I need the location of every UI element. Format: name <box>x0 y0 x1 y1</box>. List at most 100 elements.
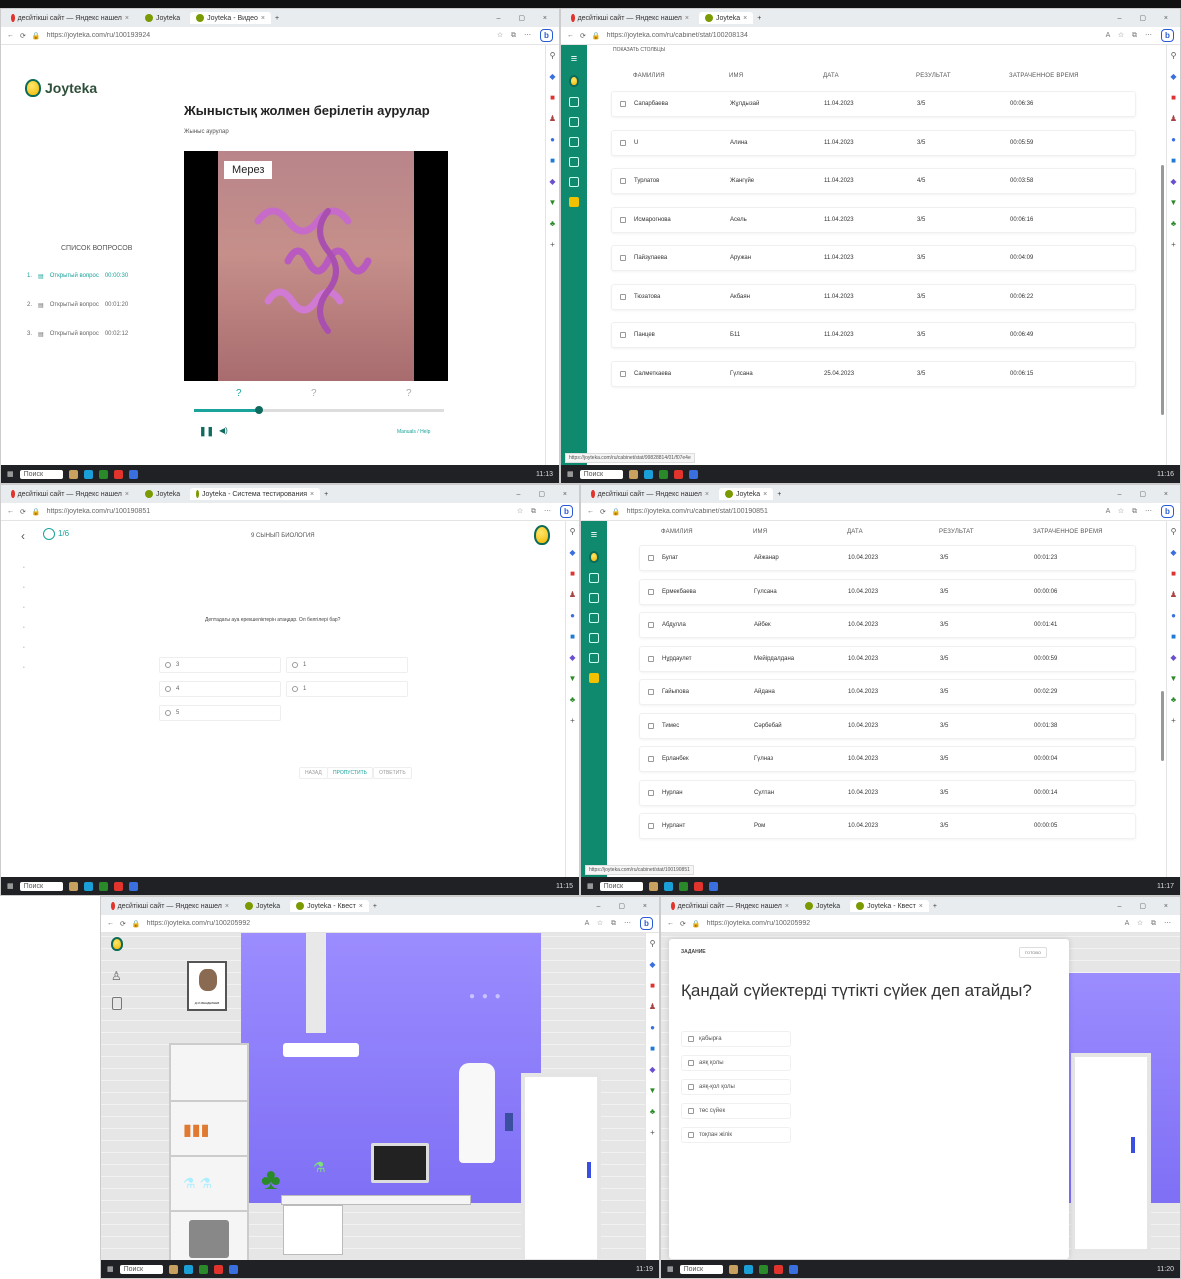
table-row[interactable]: Ермекбаева Гүлсана 10.04.2023 3/5 00:00:06 <box>639 578 1136 605</box>
add-icon[interactable]: + <box>570 716 575 725</box>
radio-icon[interactable] <box>292 686 298 692</box>
crown-icon[interactable] <box>589 673 599 683</box>
question-marker[interactable]: ? <box>311 388 317 399</box>
show-columns-link[interactable]: ПОКАЗАТЬ СТОЛБЦЫ <box>613 47 665 53</box>
tab-joyteka-test[interactable]: Joyteka - Система тестирования × <box>190 488 321 500</box>
office-icon[interactable]: ● <box>570 611 575 620</box>
taskbar-app-icon[interactable] <box>709 881 719 891</box>
taskbar-app-icon[interactable] <box>679 881 689 891</box>
row-checkbox[interactable] <box>648 722 654 729</box>
computer-monitor[interactable] <box>371 1143 429 1183</box>
row-checkbox[interactable] <box>648 789 654 796</box>
checkbox-icon[interactable] <box>688 1084 694 1090</box>
row-checkbox[interactable] <box>620 178 626 184</box>
windows-start-icon[interactable]: ▦ <box>107 1265 114 1273</box>
shopping-icon[interactable]: ◆ <box>1170 548 1176 557</box>
office-icon[interactable]: ● <box>650 1023 655 1032</box>
tree-icon[interactable]: ♣ <box>650 1107 655 1116</box>
safe-box[interactable] <box>189 1220 229 1258</box>
door[interactable] <box>1071 1053 1151 1253</box>
column-header[interactable]: ЗАТРАЧЕННОЕ ВРЕМЯ <box>1009 73 1079 79</box>
question-item[interactable]: 3. ▤ Открытый вопрос 00:02:12 <box>27 331 128 338</box>
door-keypad[interactable] <box>505 1113 513 1131</box>
home-icon[interactable] <box>569 97 579 107</box>
tab-yandex[interactable]: десйтiкшi сайт — Яндекс нашел × <box>5 488 135 500</box>
tab-yandex[interactable]: десйтiкшi сайт — Яндекс нашел × <box>665 900 795 912</box>
window-controls[interactable]: – ▢ × <box>1118 14 1176 22</box>
tree-icon[interactable]: ♣ <box>550 219 555 228</box>
table-row[interactable]: Турлатов Жангүйе 11.04.2023 4/5 00:03:58 <box>611 168 1136 194</box>
toolbar-icons[interactable]: A ☆ ⧉ ⋯ <box>585 919 634 928</box>
close-icon[interactable]: × <box>785 903 789 910</box>
taskbar-app-icon[interactable] <box>114 881 124 891</box>
window-controls[interactable]: – ▢ × <box>517 490 575 498</box>
back-button[interactable]: НАЗАД <box>299 767 328 779</box>
answer-option[interactable]: 4 <box>159 681 281 697</box>
bing-icon[interactable]: b <box>1161 29 1174 42</box>
column-header[interactable]: ФАМИЛИЯ <box>661 529 693 535</box>
table-row[interactable]: Нурлан Султан 10.04.2023 3/5 00:00:14 <box>639 779 1136 806</box>
answer-option[interactable]: 3 <box>159 657 281 673</box>
wallet-icon[interactable]: ▼ <box>649 1086 657 1095</box>
bing-icon[interactable]: b <box>560 505 573 518</box>
toolbox-icon[interactable]: ■ <box>570 569 575 578</box>
tab-yandex[interactable]: десйтiкшi сайт — Яндекс нашел × <box>585 488 715 500</box>
tab-yandex[interactable]: десйтiкшi сайт — Яндекс нашел × <box>105 900 235 912</box>
done-button[interactable]: ГОТОВО <box>1018 947 1047 958</box>
question-item[interactable]: 1. ▤ Открытый вопрос 00:00:30 <box>27 273 128 280</box>
radio-icon[interactable] <box>165 710 171 716</box>
question-marker[interactable]: ? <box>236 388 242 399</box>
url-field[interactable]: https://joyteka.com/ru/100205992 <box>707 920 1119 927</box>
table-row[interactable]: Ерланбек Гүлназ 10.04.2023 3/5 00:00:04 <box>639 746 1136 772</box>
row-checkbox[interactable] <box>620 255 626 261</box>
question-item[interactable]: 2. ▤ Открытый вопрос 00:01:20 <box>27 302 128 309</box>
back-icon[interactable]: ← <box>7 508 14 515</box>
refresh-icon[interactable]: ⟳ <box>600 508 606 516</box>
stats-icon[interactable] <box>569 177 579 187</box>
taskbar-search[interactable]: Поиск <box>19 881 64 891</box>
taskbar-app-icon[interactable] <box>129 469 139 479</box>
row-checkbox[interactable] <box>620 139 626 146</box>
answer-option[interactable]: тоқпан жілік <box>681 1127 791 1143</box>
progress-dot[interactable]: • <box>23 565 25 571</box>
back-icon[interactable]: ← <box>587 508 594 515</box>
back-icon[interactable]: ← <box>7 32 14 39</box>
tab-joyteka-quest[interactable]: Joyteka - Квест × <box>850 900 929 912</box>
taskbar-search[interactable]: Поиск <box>19 469 64 479</box>
url-field[interactable]: https://joyteka.com/ru/100205992 <box>147 920 579 927</box>
radio-icon[interactable] <box>292 662 298 668</box>
toolbox-icon[interactable]: ■ <box>550 93 555 102</box>
refresh-icon[interactable]: ⟳ <box>120 920 126 928</box>
taskbar-app-icon[interactable] <box>69 881 79 891</box>
toolbar-icons[interactable]: A ☆ ⧉ ⋯ <box>1106 507 1155 516</box>
taskbar-search[interactable]: Поиск <box>679 1264 724 1274</box>
outlook-icon[interactable]: ■ <box>1171 632 1176 641</box>
table-row[interactable]: Салметкаева Гүлсана 25.04.2023 3/5 00:06:15 <box>611 360 1136 387</box>
answer-option[interactable]: төс сүйек <box>681 1103 791 1119</box>
close-icon[interactable]: × <box>125 15 129 22</box>
toolbar-icons[interactable]: ☆ ⧉ ⋯ <box>497 31 534 40</box>
office-icon[interactable]: ● <box>1171 611 1176 620</box>
search-icon[interactable]: ⚲ <box>570 527 576 536</box>
table-row[interactable]: Исмарогнова Асель 11.04.2023 3/5 00:06:16 <box>611 206 1136 233</box>
wallet-icon[interactable]: ▼ <box>1170 674 1178 683</box>
book-row[interactable]: ▮▮▮ <box>183 1120 209 1140</box>
tree-icon[interactable]: ♣ <box>1171 695 1176 704</box>
answer-button[interactable]: ОТВЕТИТЬ <box>373 767 412 779</box>
stats-icon[interactable] <box>589 653 599 663</box>
taskbar-app-icon[interactable] <box>84 469 94 479</box>
column-header[interactable]: ИМЯ <box>753 529 767 535</box>
taskbar-app-icon[interactable] <box>649 881 659 891</box>
bing-icon[interactable]: b <box>640 917 653 930</box>
door-handle[interactable] <box>587 1162 591 1178</box>
row-checkbox[interactable] <box>648 756 654 762</box>
scrollbar-thumb[interactable] <box>1161 691 1164 761</box>
url-field[interactable]: https://joyteka.com/ru/100193924 <box>47 32 491 39</box>
radio-icon[interactable] <box>165 662 171 668</box>
home-icon[interactable] <box>589 573 599 583</box>
table-row[interactable]: Панцев Б11 11.04.2023 3/5 00:06:49 <box>611 322 1136 348</box>
lab-table[interactable] <box>281 1195 471 1205</box>
tree-icon[interactable]: ♣ <box>1171 219 1176 228</box>
row-checkbox[interactable] <box>648 689 654 695</box>
taskbar-search[interactable]: Поиск <box>119 1264 164 1274</box>
